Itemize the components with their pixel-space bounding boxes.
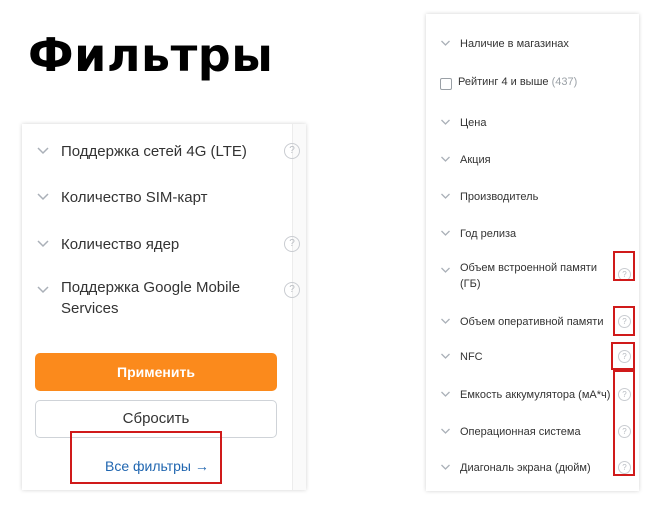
rating-count: (437)	[551, 76, 578, 88]
question-circle-icon[interactable]: ?	[284, 143, 300, 159]
filter-item-label: Диагональ экрана (дюйм)	[460, 462, 591, 474]
chevron-down-icon	[441, 230, 450, 236]
chevron-down-icon	[441, 428, 450, 434]
filter-item-label: Емкость аккумулятора (мА*ч)	[460, 389, 611, 401]
filter-item-label: Объем оперативной памяти	[460, 316, 604, 328]
chevron-down-icon	[441, 391, 450, 397]
scrollbar[interactable]	[292, 124, 306, 490]
page-title: Фильтры	[28, 28, 274, 82]
chevron-down-icon	[441, 119, 450, 125]
chevron-down-icon	[441, 40, 450, 46]
filter-item-label: Количество SIM-карт	[61, 189, 208, 206]
highlight-box	[70, 431, 222, 484]
highlight-box	[613, 306, 635, 336]
chevron-down-icon	[37, 240, 49, 248]
filter-item-label: NFC	[460, 351, 483, 363]
chevron-down-icon	[441, 193, 450, 199]
chevron-down-icon	[37, 286, 49, 294]
highlight-box	[613, 251, 635, 281]
filter-item-label: Цена	[460, 117, 487, 129]
question-circle-icon[interactable]: ?	[284, 282, 300, 298]
chevron-down-icon	[441, 318, 450, 324]
filter-item-label: Производитель	[460, 191, 539, 203]
chevron-down-icon	[441, 156, 450, 162]
highlight-box	[613, 370, 635, 476]
filter-item-label: Наличие в магазинах	[460, 38, 569, 50]
question-circle-icon[interactable]: ?	[284, 236, 300, 252]
chevron-down-icon	[441, 267, 450, 273]
rating-filter-label[interactable]: Рейтинг 4 и выше (437)	[458, 76, 577, 88]
apply-button[interactable]: Применить	[35, 353, 277, 391]
chevron-down-icon	[441, 353, 450, 359]
filter-item-label: Поддержка сетей 4G (LTE)	[61, 143, 247, 160]
filter-item-label: Количество ядер	[61, 236, 180, 253]
rating-label: Рейтинг 4 и выше	[458, 76, 549, 88]
filter-item-label: Поддержка Google Mobile Services	[61, 279, 241, 317]
filter-item-label: Объем встроенной памяти (ГБ)	[460, 262, 597, 290]
chevron-down-icon	[37, 147, 49, 155]
chevron-down-icon	[37, 193, 49, 201]
filter-item-label: Год релиза	[460, 228, 517, 240]
highlight-box	[611, 342, 635, 370]
filter-item-label: Акция	[460, 154, 491, 166]
rating-checkbox[interactable]	[440, 78, 452, 90]
chevron-down-icon	[441, 464, 450, 470]
filter-item-label: Операционная система	[460, 426, 581, 438]
